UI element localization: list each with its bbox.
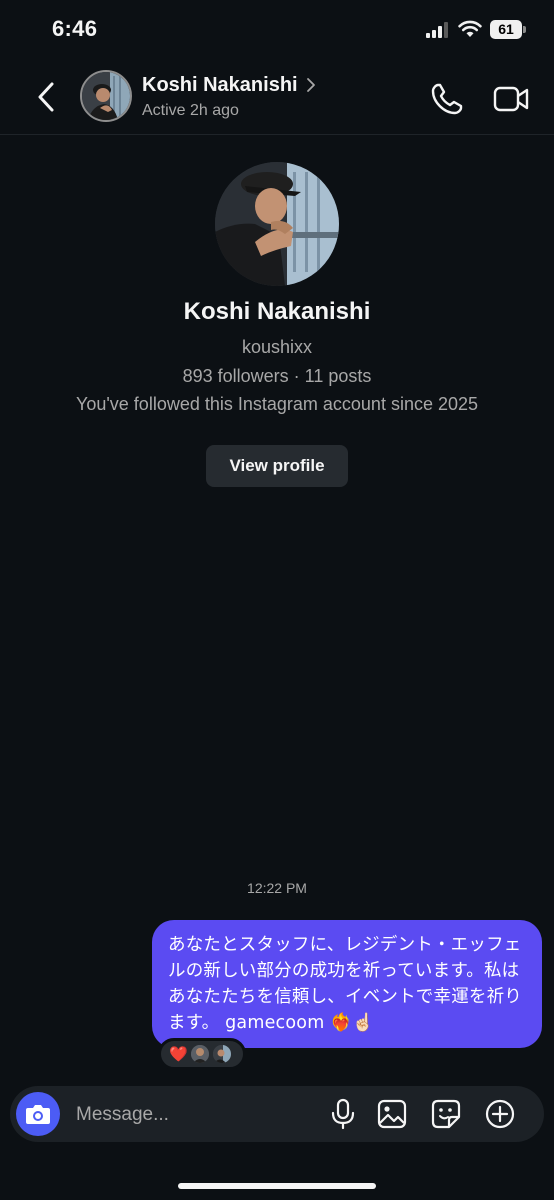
profile-photo: [215, 162, 339, 286]
chevron-right-icon: [306, 77, 315, 92]
plus-circle-icon[interactable]: [484, 1098, 516, 1130]
camera-icon: [26, 1105, 50, 1124]
message-reactions[interactable]: ❤️: [158, 1038, 246, 1070]
reactor-avatar: [213, 1045, 231, 1063]
camera-button[interactable]: [16, 1092, 60, 1136]
avatar-photo: [82, 72, 130, 120]
activity-status: Active 2h ago: [142, 102, 239, 119]
video-camera-icon[interactable]: [492, 82, 530, 116]
message-timestamp: 12:22 PM: [247, 880, 307, 896]
dm-thread-screen: 6:46 61 Koshi Nakanishi Active 2h ago Ko…: [0, 0, 554, 1200]
wifi-icon: [458, 20, 482, 37]
gallery-icon[interactable]: [376, 1098, 408, 1130]
message-text: あなたとスタッフに、レジデント・エッフェルの新しい部分の成功を祈っています。私は…: [168, 935, 522, 1033]
header-avatar[interactable]: [80, 70, 132, 122]
profile-stats: 893 followers · 11 posts: [182, 366, 372, 386]
profile-name: Koshi Nakanishi: [183, 298, 371, 325]
message-input[interactable]: [74, 1096, 308, 1134]
battery-icon: 61: [490, 20, 526, 39]
heart-reaction: ❤️: [169, 1045, 188, 1063]
back-arrow-icon[interactable]: [32, 80, 62, 114]
sent-message-bubble[interactable]: あなたとスタッフに、レジデント・エッフェルの新しい部分の成功を祈っています。私は…: [152, 920, 542, 1048]
microphone-icon[interactable]: [328, 1098, 358, 1130]
signal-icon: [426, 22, 448, 38]
reactor-avatar: [191, 1045, 209, 1063]
contact-name: Koshi Nakanishi: [142, 74, 298, 96]
home-indicator: [178, 1183, 376, 1189]
status-bar: 6:46 61: [0, 0, 554, 60]
thread-header: Koshi Nakanishi Active 2h ago: [0, 60, 554, 135]
contact-name-link[interactable]: Koshi Nakanishi: [142, 74, 316, 97]
view-profile-button[interactable]: View profile: [206, 445, 348, 487]
follow-note: You've followed this Instagram account s…: [75, 394, 479, 414]
message-composer: [10, 1086, 544, 1142]
profile-avatar[interactable]: [215, 162, 339, 286]
sticker-icon[interactable]: [430, 1098, 462, 1130]
profile-username: koushixx: [241, 337, 313, 357]
status-time: 6:46: [52, 16, 98, 41]
phone-icon[interactable]: [428, 80, 466, 118]
battery-level: 61: [498, 21, 514, 37]
